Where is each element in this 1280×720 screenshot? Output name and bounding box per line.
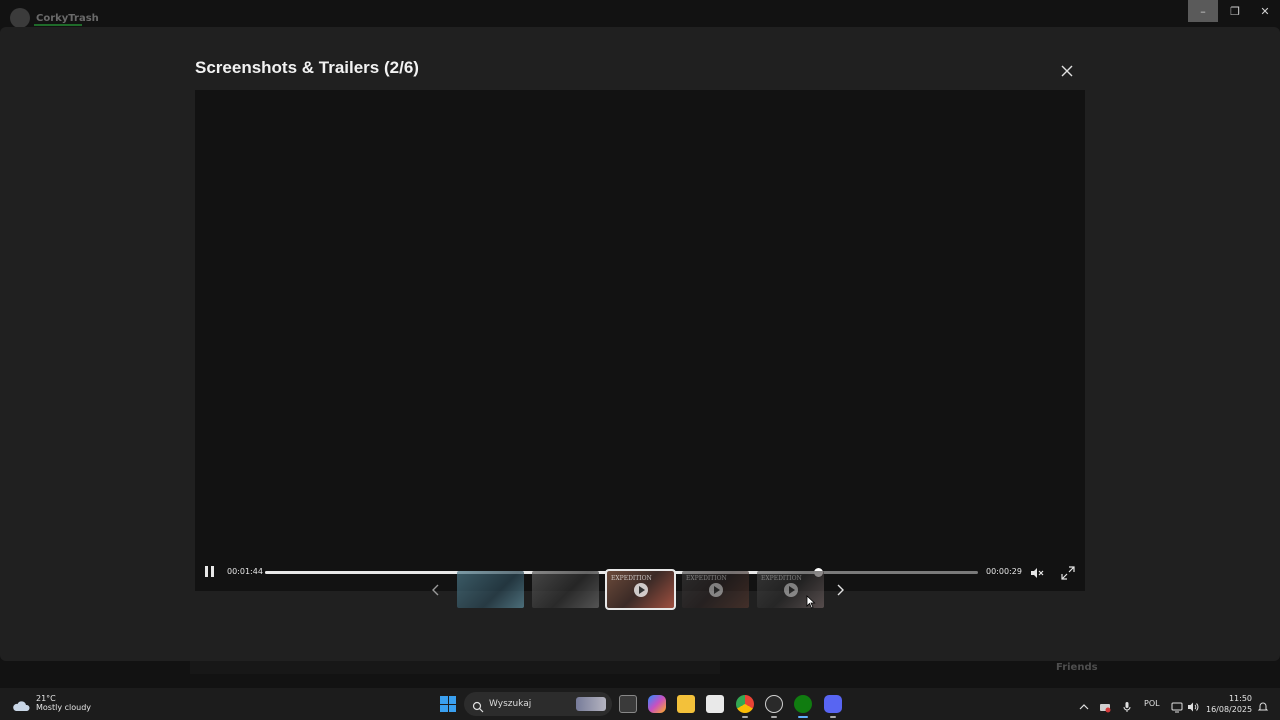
app-indicator-active xyxy=(798,716,808,718)
search-icon xyxy=(472,698,484,713)
security-icon[interactable] xyxy=(1099,698,1111,713)
windows-start-icon[interactable] xyxy=(440,696,456,712)
notification-icon[interactable] xyxy=(1257,698,1269,711)
chevron-left-icon[interactable] xyxy=(426,580,446,600)
thumbnail-1[interactable] xyxy=(457,571,524,608)
mute-icon[interactable] xyxy=(1030,565,1044,579)
steam-icon[interactable] xyxy=(765,695,783,713)
avatar xyxy=(10,8,30,28)
cloud-icon xyxy=(12,697,30,711)
task-view-icon[interactable] xyxy=(619,695,637,713)
window-close-button[interactable]: ✕ xyxy=(1250,0,1280,22)
volume-icon[interactable] xyxy=(1187,698,1199,712)
xbox-icon[interactable] xyxy=(794,695,812,713)
clock-time: 11:50 xyxy=(1228,694,1252,703)
username: CorkyTrash xyxy=(36,12,99,24)
pause-icon xyxy=(205,566,208,577)
remaining-time: 00:00:29 xyxy=(986,567,1022,576)
play-icon xyxy=(634,583,648,597)
weather-desc: Mostly cloudy xyxy=(36,703,91,712)
thumbnail-text: EXPEDITION xyxy=(761,575,802,582)
play-icon xyxy=(709,583,723,597)
store-icon[interactable] xyxy=(706,695,724,713)
play-icon xyxy=(784,583,798,597)
clock[interactable]: 11:50 16/08/2025 xyxy=(1206,693,1252,715)
taskbar-search[interactable]: Wyszukaj xyxy=(464,692,612,716)
elapsed-time: 00:01:44 xyxy=(227,567,263,576)
thumbnail-text: EXPEDITION xyxy=(686,575,727,582)
microphone-icon[interactable] xyxy=(1121,698,1133,712)
search-highlight-image xyxy=(576,697,606,711)
minimize-button[interactable]: – xyxy=(1188,0,1218,22)
thumbnail-text: EXPEDITION xyxy=(611,575,652,582)
chevron-right-icon[interactable] xyxy=(830,580,850,600)
thumbnail-2[interactable] xyxy=(532,571,599,608)
folder-icon[interactable] xyxy=(677,695,695,713)
chrome-icon[interactable] xyxy=(736,695,754,713)
thumbnail-3[interactable]: EXPEDITION xyxy=(605,569,676,610)
clock-date: 16/08/2025 xyxy=(1206,705,1253,714)
copilot-icon[interactable] xyxy=(648,695,666,713)
pause-button[interactable] xyxy=(205,566,217,578)
modal-title: Screenshots & Trailers (2/6) xyxy=(195,58,419,77)
close-icon[interactable] xyxy=(1056,60,1078,82)
tab-underline xyxy=(34,24,82,26)
video-player[interactable]: 00:01:44 00:00:29 xyxy=(195,90,1085,591)
discord-icon[interactable] xyxy=(824,695,842,713)
mouse-cursor-icon xyxy=(806,594,816,609)
fullscreen-icon[interactable] xyxy=(1061,565,1075,580)
weather-temp: 21°C xyxy=(36,694,56,703)
search-placeholder: Wyszukaj xyxy=(489,699,532,709)
taskbar: 21°C Mostly cloudy Wyszukaj POL 11:50 16… xyxy=(0,688,1280,720)
thumbnail-4[interactable]: EXPEDITION xyxy=(682,571,749,608)
network-icon[interactable] xyxy=(1171,698,1183,713)
maximize-button[interactable]: ❐ xyxy=(1220,0,1250,22)
chevron-up-icon[interactable] xyxy=(1078,698,1090,710)
app-indicator xyxy=(771,716,777,718)
weather-widget[interactable]: 21°C Mostly cloudy xyxy=(12,694,91,712)
media-viewer-modal: Screenshots & Trailers (2/6) 00:01:44 00… xyxy=(0,27,1280,661)
app-indicator xyxy=(742,716,748,718)
app-indicator xyxy=(830,716,836,718)
language-indicator[interactable]: POL xyxy=(1144,699,1160,708)
friends-label: Friends xyxy=(1056,662,1098,673)
